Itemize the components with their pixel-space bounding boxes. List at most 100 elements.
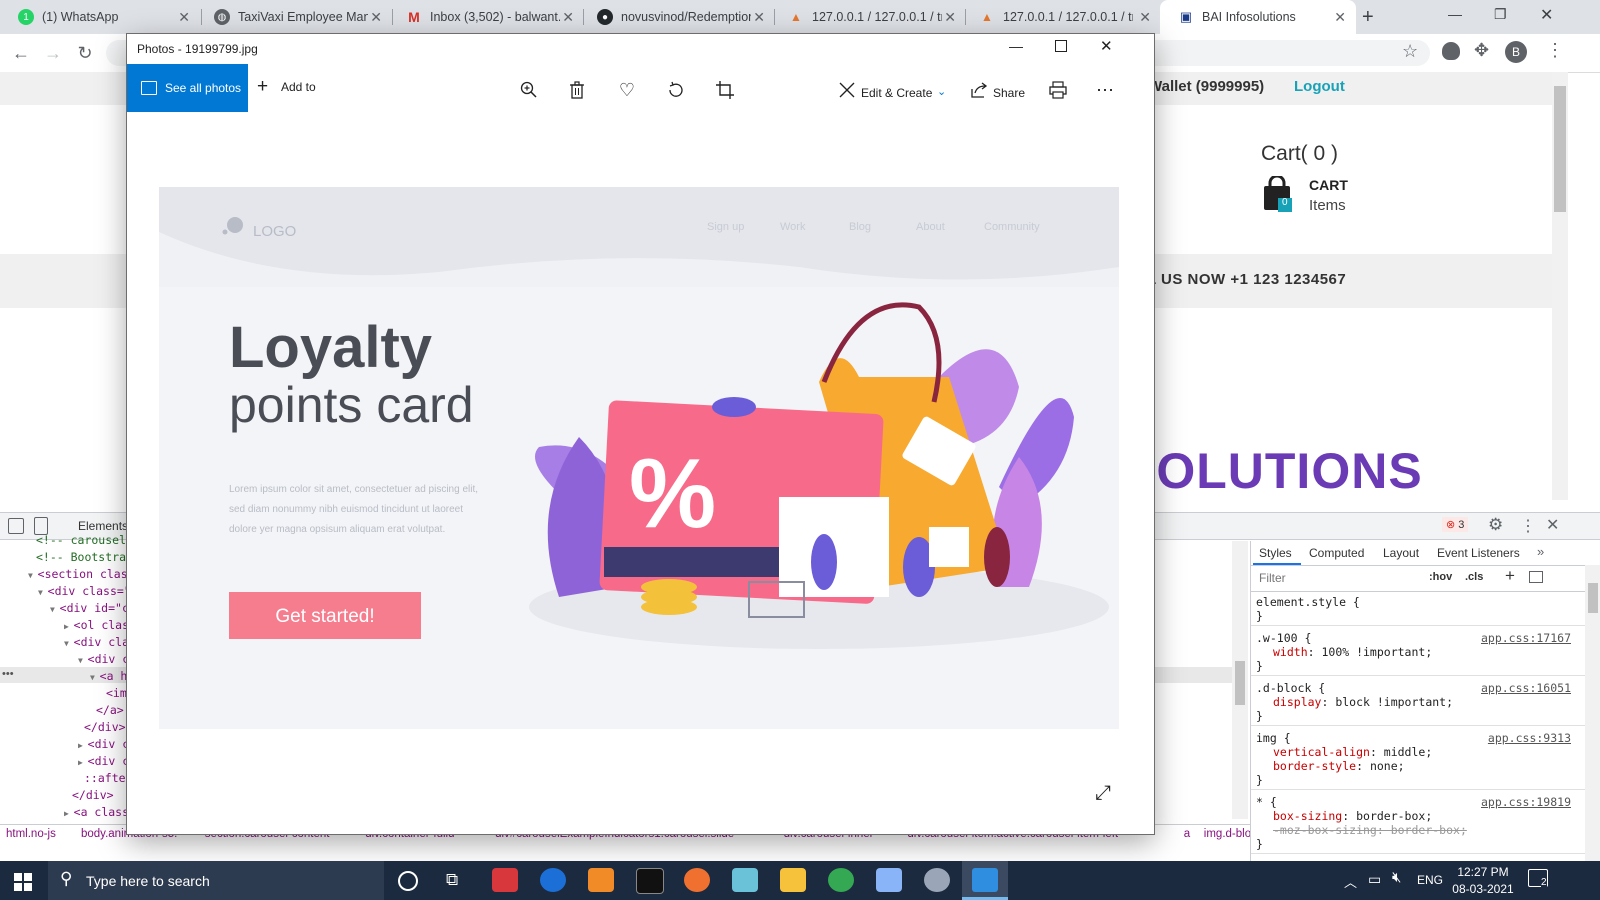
css-rules-list[interactable]: element.style {} .w-100 {app.css:17167 wid…	[1251, 593, 1591, 859]
share-icon[interactable]	[967, 78, 991, 102]
expand-triangle-icon[interactable]: ▼	[64, 639, 74, 648]
dom-node-line[interactable]: ▼ <div cla	[64, 635, 129, 652]
network-icon[interactable]: ▭	[1368, 871, 1381, 888]
restore-icon[interactable]: ❐	[1494, 6, 1507, 23]
tab-github[interactable]: ● novusvinod/Redemption ✕	[579, 0, 775, 34]
chevron-down-icon[interactable]: ⌄	[937, 85, 946, 98]
settings-gear-icon[interactable]: ⚙	[1488, 515, 1503, 535]
close-icon[interactable]: ✕	[1334, 9, 1346, 26]
paint-icon[interactable]	[924, 868, 950, 892]
close-icon[interactable]: ✕	[753, 9, 765, 26]
page-scrollbar[interactable]	[1552, 72, 1568, 500]
css-declaration[interactable]: vertical-align: middle;	[1273, 745, 1432, 759]
tab-styles[interactable]: Styles	[1259, 546, 1292, 560]
devtools-menu-icon[interactable]: ⋮	[1520, 516, 1536, 536]
css-declaration[interactable]: width: 100% !important;	[1273, 645, 1432, 659]
expand-triangle-icon[interactable]: ▼	[90, 673, 100, 682]
close-icon[interactable]: ✕	[944, 9, 956, 26]
taskbar-active-app[interactable]	[962, 861, 1008, 900]
clock-time[interactable]: 12:27 PM	[1452, 865, 1514, 879]
expand-triangle-icon[interactable]: ▼	[50, 605, 60, 614]
error-counter[interactable]: ⊗ 3	[1442, 517, 1469, 532]
puzzle-extensions-icon[interactable]: ✥	[1474, 40, 1489, 61]
add-to-button[interactable]: Add to	[281, 80, 316, 94]
close-icon[interactable]: ✕	[1100, 37, 1113, 55]
minimize-icon[interactable]: —	[1009, 38, 1023, 54]
maximize-icon[interactable]	[1055, 40, 1067, 52]
notepad-icon[interactable]	[732, 868, 758, 892]
dom-node-line[interactable]: ▶ <ol clas	[64, 618, 129, 635]
chrome-icon[interactable]	[828, 868, 854, 892]
css-rule-selector[interactable]: element.style {	[1256, 595, 1360, 609]
css-rule-selector[interactable]: .d-block {	[1256, 681, 1325, 695]
crop-icon[interactable]	[713, 78, 737, 102]
cls-toggle[interactable]: .cls	[1465, 571, 1483, 583]
dom-scrollbar-thumb[interactable]	[1235, 661, 1245, 705]
inspect-element-icon[interactable]	[8, 518, 24, 534]
windows-start-icon[interactable]	[14, 873, 32, 891]
dom-node-line[interactable]: ::afte	[84, 771, 126, 788]
app-calendar-icon[interactable]	[492, 868, 518, 892]
collapse-triangle-icon[interactable]: ▶	[64, 622, 74, 631]
styles-filter-input[interactable]	[1255, 569, 1423, 587]
reload-icon[interactable]: ↻	[72, 40, 98, 66]
dom-node-line[interactable]: ▼ <div id="c	[50, 601, 129, 618]
forward-arrow-icon[interactable]: →	[40, 40, 66, 66]
css-rule-source-link[interactable]: app.css:19819	[1481, 795, 1571, 809]
logout-link[interactable]: Logout	[1294, 78, 1345, 95]
new-tab-icon[interactable]: +	[1362, 6, 1374, 29]
fullscreen-expand-icon[interactable]: ⤢	[1095, 782, 1111, 805]
tab-gmail[interactable]: M Inbox (3,502) - balwant.c ✕	[388, 0, 584, 34]
expand-triangle-icon[interactable]: ▼	[28, 571, 38, 580]
tab-layout[interactable]: Layout	[1383, 546, 1419, 560]
dom-node-line[interactable]: <im	[106, 686, 127, 703]
see-all-photos-button[interactable]: See all photos	[127, 64, 248, 112]
edit-create-button[interactable]: Edit & Create	[861, 86, 932, 100]
close-icon[interactable]: ✕	[178, 9, 190, 26]
share-button[interactable]: Share	[993, 86, 1025, 100]
dom-node-line[interactable]: <!-- Bootstrap	[36, 550, 133, 567]
tab-bai-infosolutions[interactable]: ▣ BAI Infosolutions ✕	[1160, 0, 1356, 34]
toggle-sidebar-icon[interactable]	[1529, 571, 1543, 583]
profile-avatar[interactable]: B	[1505, 41, 1527, 63]
xampp-icon[interactable]	[588, 868, 614, 892]
css-declaration[interactable]: box-sizing: border-box;	[1273, 809, 1432, 823]
breadcrumb-item[interactable]: a	[1184, 828, 1190, 840]
file-explorer-icon[interactable]	[780, 868, 806, 892]
scrollbar-thumb[interactable]	[1554, 86, 1566, 212]
dom-node-line[interactable]: </div>	[72, 788, 114, 805]
css-declaration[interactable]: display: block !important;	[1273, 695, 1453, 709]
delete-trash-icon[interactable]	[565, 78, 589, 102]
language-indicator[interactable]: ENG	[1417, 873, 1443, 887]
clock-date[interactable]: 08-03-2021	[1448, 882, 1518, 896]
close-icon[interactable]: ✕	[370, 9, 382, 26]
cart-label[interactable]: CART	[1309, 177, 1348, 193]
styles-scrollbar-thumb[interactable]	[1588, 583, 1598, 613]
css-rule-selector[interactable]: .w-100 {	[1256, 631, 1311, 645]
tab-phpmyadmin-1[interactable]: ▲ 127.0.0.1 / 127.0.0.1 / tri ✕	[770, 0, 966, 34]
print-icon[interactable]	[1046, 78, 1070, 102]
css-rule-source-link[interactable]: app.css:9313	[1488, 731, 1571, 745]
dom-scrollbar[interactable]	[1232, 541, 1248, 819]
star-bookmark-icon[interactable]: ☆	[1402, 41, 1418, 62]
new-rule-icon[interactable]: +	[1505, 566, 1515, 586]
css-rule-source-link[interactable]: app.css:16051	[1481, 681, 1571, 695]
dom-node-line[interactable]: ▼ <div class="	[38, 584, 131, 601]
shopping-bag-icon[interactable]: 0	[1262, 174, 1292, 212]
css-declaration[interactable]: border-style: none;	[1273, 759, 1405, 773]
collapse-triangle-icon[interactable]: ▶	[78, 758, 88, 767]
dom-node-line[interactable]: ▼ <section class	[28, 567, 135, 584]
node-ellipsis[interactable]: •••	[2, 668, 14, 680]
styles-scrollbar[interactable]	[1585, 565, 1600, 861]
address-bar-end[interactable]	[1130, 40, 1430, 66]
app-browser-icon[interactable]	[540, 868, 566, 892]
more-options-icon[interactable]: ⋯	[1093, 78, 1117, 102]
edit-create-icon[interactable]	[835, 78, 859, 102]
rotate-icon[interactable]	[664, 78, 688, 102]
notification-center-icon[interactable]: 2	[1528, 869, 1548, 888]
collapse-triangle-icon[interactable]: ▶	[78, 741, 88, 750]
expand-triangle-icon[interactable]: ▼	[78, 656, 88, 665]
minimize-icon[interactable]: —	[1448, 6, 1462, 22]
cortana-icon[interactable]	[398, 871, 418, 891]
terminal-icon[interactable]	[636, 868, 664, 894]
